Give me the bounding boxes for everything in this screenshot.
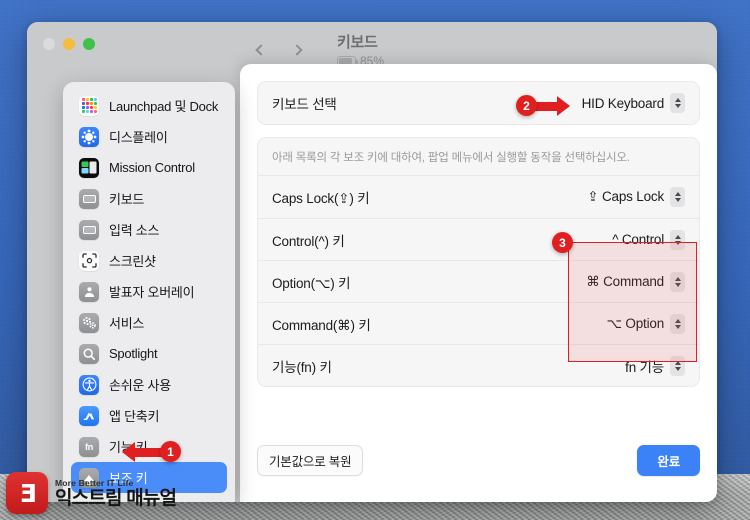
- keyboard-select-popup[interactable]: HID Keyboard: [582, 93, 685, 113]
- sidebar-item-launchpad-dock[interactable]: Launchpad 및 Dock: [71, 90, 227, 121]
- modifier-row-label: Control(^) 키: [272, 233, 345, 249]
- keyboard-select-label: 키보드 선택: [272, 97, 337, 112]
- forward-button[interactable]: [290, 42, 306, 60]
- watermark-logo-text: Ǝ: [19, 478, 36, 508]
- sidebar-item-label: 손쉬운 사용: [109, 378, 171, 393]
- modifier-row-popup[interactable]: ⇪ Caps Lock: [587, 187, 685, 207]
- modifier-row-value: ⌥ Option: [606, 315, 665, 331]
- watermark: Ǝ More Better IT Life 익스트림 매뉴얼: [6, 472, 177, 514]
- sidebar-item-app-shortcuts[interactable]: 앱 단축키: [71, 400, 227, 431]
- sidebar-item-label: 앱 단축키: [109, 409, 160, 424]
- up-down-stepper-icon[interactable]: [670, 271, 685, 292]
- modifier-row-value: ⇪ Caps Lock: [587, 189, 664, 204]
- chevron-right-icon: [291, 44, 303, 56]
- modifier-row-popup[interactable]: ⌥ Option: [606, 313, 685, 334]
- watermark-logo-icon: Ǝ: [6, 472, 48, 514]
- sidebar-item-input-sources[interactable]: 입력 소스: [71, 214, 227, 245]
- sidebar-item-label: Launchpad 및 Dock: [109, 99, 219, 114]
- modifier-row-value: fn 기능: [625, 359, 664, 375]
- modifier-row-label: Command(⌘) 키: [272, 317, 371, 333]
- sidebar-item-keyboard[interactable]: 키보드: [71, 183, 227, 214]
- modifier-row-option[interactable]: Option(⌥) 키 ⌘ Command: [258, 260, 699, 302]
- watermark-name: 익스트림 매뉴얼: [55, 487, 177, 509]
- up-down-stepper-icon[interactable]: [670, 93, 685, 113]
- modifier-row-popup[interactable]: ^ Control: [612, 229, 685, 250]
- modifier-hint-text: 아래 목록의 각 보조 키에 대하여, 팝업 메뉴에서 실행할 동작을 선택하십…: [258, 138, 699, 176]
- sidebar-item-label: 발표자 오버레이: [109, 285, 195, 300]
- modifier-keys-card: 아래 목록의 각 보조 키에 대하여, 팝업 메뉴에서 실행할 동작을 선택하십…: [257, 137, 700, 387]
- modifier-row-command[interactable]: Command(⌘) 키 ⌥ Option: [258, 302, 699, 344]
- sidebar-item-label: 입력 소스: [109, 223, 160, 238]
- sheet-content: 키보드 선택 HID Keyboard 아래 목록의 각 보조 키에 대하여, …: [257, 81, 700, 387]
- annotation-badge-3: 3: [552, 232, 573, 253]
- sidebar-item-screenshot[interactable]: 스크린샷: [71, 245, 227, 276]
- page-title: 키보드: [337, 34, 378, 51]
- sidebar-item-label: 서비스: [109, 316, 145, 331]
- restore-defaults-button[interactable]: 기본값으로 복원: [257, 445, 364, 476]
- sidebar-item-label: 키보드: [109, 192, 145, 207]
- chevron-left-icon: [255, 44, 267, 56]
- back-button[interactable]: [254, 42, 270, 60]
- zoom-button[interactable]: [83, 38, 95, 50]
- display-icon: [79, 126, 99, 147]
- function-keys-fn-icon: fn: [79, 436, 99, 457]
- keyboard-select-row[interactable]: 키보드 선택 HID Keyboard: [258, 82, 699, 124]
- sidebar-item-label: Spotlight: [109, 346, 158, 361]
- launchpad-dock-icon: [79, 95, 99, 116]
- modifier-row-label: 기능(fn) 키: [272, 359, 332, 375]
- sidebar-item-presenter-overlay[interactable]: 발표자 오버레이: [71, 276, 227, 307]
- watermark-text-block: More Better IT Life 익스트림 매뉴얼: [55, 477, 177, 509]
- sidebar-item-accessibility[interactable]: 손쉬운 사용: [71, 369, 227, 400]
- up-down-stepper-icon[interactable]: [670, 313, 685, 334]
- up-down-stepper-icon[interactable]: [670, 187, 685, 207]
- screenshot-icon: [79, 250, 99, 271]
- done-button[interactable]: 완료: [637, 445, 700, 476]
- spotlight-search-icon: [79, 343, 99, 364]
- up-down-stepper-icon[interactable]: [670, 229, 685, 250]
- sidebar-item-services[interactable]: 서비스: [71, 307, 227, 338]
- close-button[interactable]: [43, 38, 55, 50]
- input-sources-icon: [79, 219, 99, 240]
- services-gears-icon: [79, 312, 99, 333]
- sidebar-item-label: Mission Control: [109, 160, 195, 175]
- window-title-block: 키보드 85%: [337, 34, 384, 68]
- settings-sidebar: Launchpad 및 Dock 디스플레이 Mission Control 키…: [63, 82, 235, 502]
- annotation-badge-1: 1: [160, 441, 181, 462]
- sheet-footer: 기본값으로 복원 완료: [257, 445, 700, 476]
- sidebar-item-mission-control[interactable]: Mission Control: [71, 152, 227, 183]
- modifier-row-control[interactable]: Control(^) 키 ^ Control: [258, 218, 699, 260]
- sidebar-item-spotlight[interactable]: Spotlight: [71, 338, 227, 369]
- minimize-button[interactable]: [63, 38, 75, 50]
- modifier-keys-sheet: 키보드 선택 HID Keyboard 아래 목록의 각 보조 키에 대하여, …: [240, 64, 717, 502]
- accessibility-icon: [79, 374, 99, 395]
- annotation-badge-2: 2: [516, 95, 537, 116]
- system-settings-window: 키보드 85% 키보드 선택 HID Keyboard 아래 목록의 각 보조 …: [27, 22, 717, 502]
- keyboard-select-value: HID Keyboard: [581, 95, 665, 111]
- keyboard-icon: [79, 188, 99, 209]
- modifier-row-fn[interactable]: 기능(fn) 키 fn 기능: [258, 344, 699, 386]
- keyboard-select-card: 키보드 선택 HID Keyboard: [257, 81, 700, 125]
- sidebar-item-display[interactable]: 디스플레이: [71, 121, 227, 152]
- modifier-row-value: ⌘ Command: [586, 273, 664, 289]
- sidebar-item-label: 디스플레이: [109, 130, 168, 145]
- app-shortcuts-icon: [79, 405, 99, 426]
- modifier-row-popup[interactable]: ⌘ Command: [586, 271, 685, 292]
- modifier-row-popup[interactable]: fn 기능: [625, 355, 685, 376]
- modifier-row-value: ^ Control: [612, 232, 664, 247]
- presenter-overlay-icon: [79, 281, 99, 302]
- modifier-row-caps-lock[interactable]: Caps Lock(⇪) 키 ⇪ Caps Lock: [258, 176, 699, 218]
- modifier-row-label: Caps Lock(⇪) 키: [272, 191, 370, 206]
- modifier-row-label: Option(⌥) 키: [272, 275, 351, 291]
- annotation-arrow-1: [122, 442, 163, 462]
- watermark-tagline: More Better IT Life: [55, 477, 134, 488]
- up-down-stepper-icon[interactable]: [670, 355, 685, 376]
- sidebar-item-label: 스크린샷: [109, 254, 156, 269]
- mission-control-icon: [79, 157, 99, 178]
